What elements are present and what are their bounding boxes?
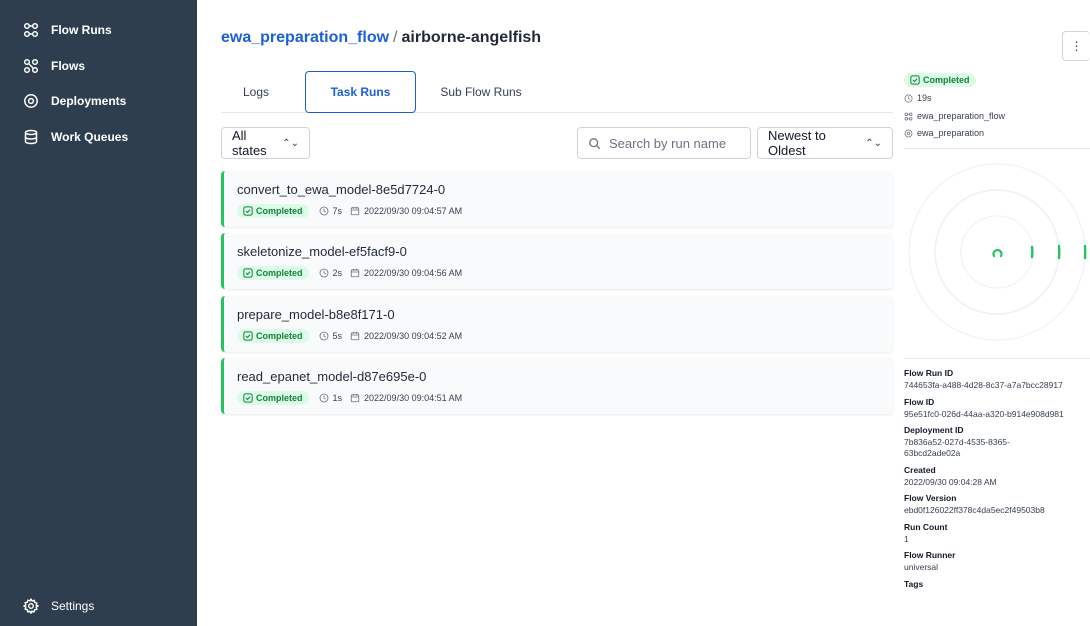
detail-value: 1 — [904, 533, 909, 544]
sidebar-item-settings[interactable]: Settings — [23, 596, 94, 616]
task-run-name[interactable]: prepare_model-b8e8f171-0 — [237, 307, 395, 322]
flow-icon — [904, 112, 913, 120]
search-input-wrapper[interactable] — [577, 127, 751, 159]
detail-label: Flow Version — [904, 493, 957, 504]
run-deployment-link[interactable]: ewa_preparation — [904, 128, 984, 138]
task-run-card[interactable]: read_epanet_model-d87e695e-0 Completed 1… — [221, 358, 893, 414]
gear-icon — [23, 598, 39, 614]
task-run-card[interactable]: convert_to_ewa_model-8e5d7724-0 Complete… — [221, 171, 893, 227]
clock-icon — [904, 94, 913, 102]
state-filter-value: All states — [232, 128, 267, 158]
state-filter-select[interactable]: All states ⌃⌄ — [221, 127, 310, 159]
work-queues-icon — [23, 129, 39, 145]
more-options-button[interactable]: ⋮ — [1062, 31, 1090, 61]
task-run-date: 2022/09/30 09:04:56 AM — [364, 268, 463, 278]
chevron-up-down-icon: ⌃⌄ — [282, 137, 299, 149]
flows-icon — [23, 58, 39, 74]
clock-icon — [319, 268, 328, 278]
task-run-name[interactable]: skeletonize_model-ef5facf9-0 — [237, 244, 407, 259]
detail-label: Flow Run ID — [904, 368, 954, 378]
task-run-duration: 1s — [332, 393, 343, 403]
status-badge: Completed — [237, 329, 309, 343]
run-details: Flow Run ID 744653fa-a488-4d28-8c37-a7a7… — [904, 368, 1090, 591]
status-badge: Completed — [237, 266, 309, 280]
sidebar-item-label: Work Queues — [51, 130, 129, 144]
chevron-up-down-icon: ⌃⌄ — [865, 137, 882, 149]
deployments-icon — [23, 93, 39, 109]
sort-select[interactable]: Newest to Oldest ⌃⌄ — [757, 127, 893, 159]
deployment-icon — [904, 129, 913, 137]
clock-icon — [319, 331, 328, 341]
check-square-icon — [243, 331, 253, 341]
task-run-card[interactable]: prepare_model-b8e8f171-0 Completed 5s 20… — [221, 296, 893, 352]
detail-value: 7b836a52-027d-4535-8365-63bcd2ade02a — [904, 437, 1010, 458]
run-flow-link[interactable]: ewa_preparation_flow — [904, 111, 1005, 121]
breadcrumb-flow-link[interactable]: ewa_preparation_flow — [221, 29, 389, 46]
detail-value: 744653fa-a488-4d28-8c37-a7a7bcc28917 — [904, 380, 1063, 390]
task-run-name[interactable]: read_epanet_model-d87e695e-0 — [237, 369, 426, 384]
calendar-icon — [350, 331, 360, 341]
status-badge: Completed — [237, 204, 309, 218]
task-run-duration: 2s — [332, 268, 343, 278]
sidebar: Flow Runs Flows Deployments Work Queues … — [0, 0, 197, 626]
sidebar-item-label: Flow Runs — [51, 23, 112, 37]
sidebar-item-label: Deployments — [51, 94, 127, 108]
detail-value: universal — [904, 562, 939, 573]
task-run-card[interactable]: skeletonize_model-ef5facf9-0 Completed 2… — [221, 233, 893, 289]
tab-bar: Logs Task Runs Sub Flow Runs — [221, 71, 893, 113]
detail-label: Created — [904, 464, 936, 475]
tab-logs[interactable]: Logs — [221, 71, 291, 113]
detail-value: 95e51fc0-026d-44aa-a320-b914e908d981 — [904, 408, 1064, 419]
page-title: airborne-angelfish — [401, 29, 542, 46]
detail-value: 2022/09/30 09:04:28 AM — [904, 476, 997, 487]
sidebar-item-flows[interactable]: Flows — [23, 56, 85, 76]
detail-label: Run Count — [904, 521, 948, 532]
sidebar-item-label: Flows — [51, 59, 86, 73]
search-input[interactable] — [609, 135, 739, 151]
check-square-icon — [243, 393, 253, 403]
panel-divider — [904, 148, 1090, 149]
detail-label: Tags — [904, 579, 924, 589]
flow-runs-icon — [23, 22, 39, 38]
sidebar-item-work-queues[interactable]: Work Queues — [23, 127, 128, 147]
search-icon — [589, 137, 601, 149]
calendar-icon — [350, 206, 360, 216]
detail-label: Deployment ID — [904, 425, 964, 436]
sidebar-item-deployments[interactable]: Deployments — [23, 91, 126, 111]
sort-value: Newest to Oldest — [768, 128, 826, 158]
task-run-date: 2022/09/30 09:04:51 AM — [364, 393, 463, 403]
tab-sub-flow-runs[interactable]: Sub Flow Runs — [431, 71, 531, 113]
clock-icon — [319, 393, 328, 403]
detail-value: ebd0f126022ff378c4da5ec2f49503b8 — [904, 505, 1045, 516]
sidebar-item-label: Settings — [51, 599, 95, 613]
tab-task-runs[interactable]: Task Runs — [305, 71, 416, 113]
task-run-date: 2022/09/30 09:04:52 AM — [364, 331, 463, 341]
task-run-name[interactable]: convert_to_ewa_model-8e5d7724-0 — [237, 182, 445, 197]
detail-label: Flow ID — [904, 396, 935, 407]
panel-divider — [904, 358, 1090, 359]
calendar-icon — [350, 393, 360, 403]
status-badge: Completed — [237, 391, 309, 405]
check-square-icon — [243, 268, 253, 278]
run-status-badge: Completed — [904, 72, 976, 90]
clock-icon — [319, 206, 328, 216]
breadcrumb: ewa_preparation_flow / airborne-angelfish — [221, 29, 541, 47]
task-run-date: 2022/09/30 09:04:57 AM — [364, 206, 463, 216]
task-run-duration: 5s — [332, 331, 343, 341]
run-radar-graph[interactable] — [904, 150, 1090, 355]
breadcrumb-separator: / — [393, 29, 398, 46]
sidebar-item-flow-runs[interactable]: Flow Runs — [23, 20, 112, 40]
calendar-icon — [350, 268, 360, 278]
task-run-duration: 7s — [332, 206, 343, 216]
check-square-icon — [910, 75, 920, 85]
run-duration: 19s — [904, 93, 932, 103]
check-square-icon — [243, 206, 253, 216]
detail-label: Flow Runner — [904, 550, 956, 561]
